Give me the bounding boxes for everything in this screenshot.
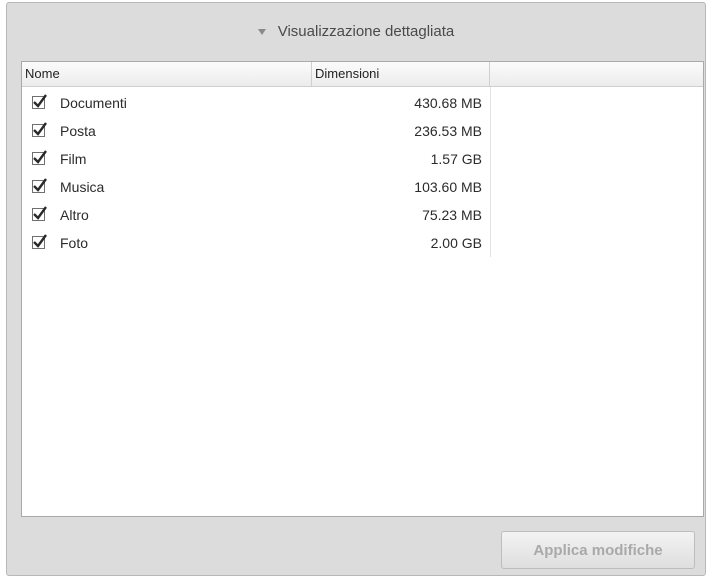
table-rows: Documenti 430.68 MB Posta 236.53 MB Film… — [22, 90, 703, 258]
checkbox-foto[interactable] — [32, 234, 47, 249]
checkmark-icon — [33, 234, 47, 248]
checkbox-film[interactable] — [32, 150, 47, 165]
row-size: 430.68 MB — [414, 95, 482, 111]
table-row[interactable]: Altro 75.23 MB — [22, 202, 703, 230]
apply-changes-button[interactable]: Applica modifiche — [501, 531, 695, 569]
row-size: 1.57 GB — [430, 151, 482, 167]
triangle-down-icon — [257, 29, 266, 35]
category-list: Nome Dimensioni Documenti 430.68 MB Post… — [21, 61, 704, 517]
table-row[interactable]: Musica 103.60 MB — [22, 174, 703, 202]
row-name: Altro — [60, 207, 89, 223]
column-header-extra[interactable] — [490, 62, 703, 86]
detailed-view-toggle[interactable]: Visualizzazione dettagliata — [7, 3, 705, 59]
checkmark-icon — [33, 206, 47, 220]
row-size: 103.60 MB — [414, 179, 482, 195]
column-header-name[interactable]: Nome — [22, 62, 312, 86]
checkmark-icon — [33, 150, 47, 164]
checkbox-posta[interactable] — [32, 122, 47, 137]
checkmark-icon — [33, 94, 47, 108]
row-name: Foto — [60, 235, 89, 251]
details-panel: Visualizzazione dettagliata Nome Dimensi… — [6, 2, 706, 576]
checkbox-musica[interactable] — [32, 178, 47, 193]
column-header: Nome Dimensioni — [22, 62, 703, 87]
row-size: 236.53 MB — [414, 123, 482, 139]
checkmark-icon — [33, 178, 47, 192]
row-size: 75.23 MB — [422, 207, 482, 223]
table-row[interactable]: Foto 2.00 GB — [22, 230, 703, 258]
checkmark-icon — [33, 122, 47, 136]
row-name: Film — [60, 151, 87, 167]
checkbox-documenti[interactable] — [32, 94, 47, 109]
table-row[interactable]: Posta 236.53 MB — [22, 118, 703, 146]
row-name: Documenti — [60, 95, 127, 111]
row-name: Musica — [60, 179, 105, 195]
table-row[interactable]: Film 1.57 GB — [22, 146, 703, 174]
column-header-size[interactable]: Dimensioni — [312, 62, 490, 86]
detailed-view-label: Visualizzazione dettagliata — [277, 22, 455, 40]
checkbox-altro[interactable] — [32, 206, 47, 221]
table-row[interactable]: Documenti 430.68 MB — [22, 90, 703, 118]
row-size: 2.00 GB — [430, 235, 482, 251]
row-name: Posta — [60, 123, 96, 139]
